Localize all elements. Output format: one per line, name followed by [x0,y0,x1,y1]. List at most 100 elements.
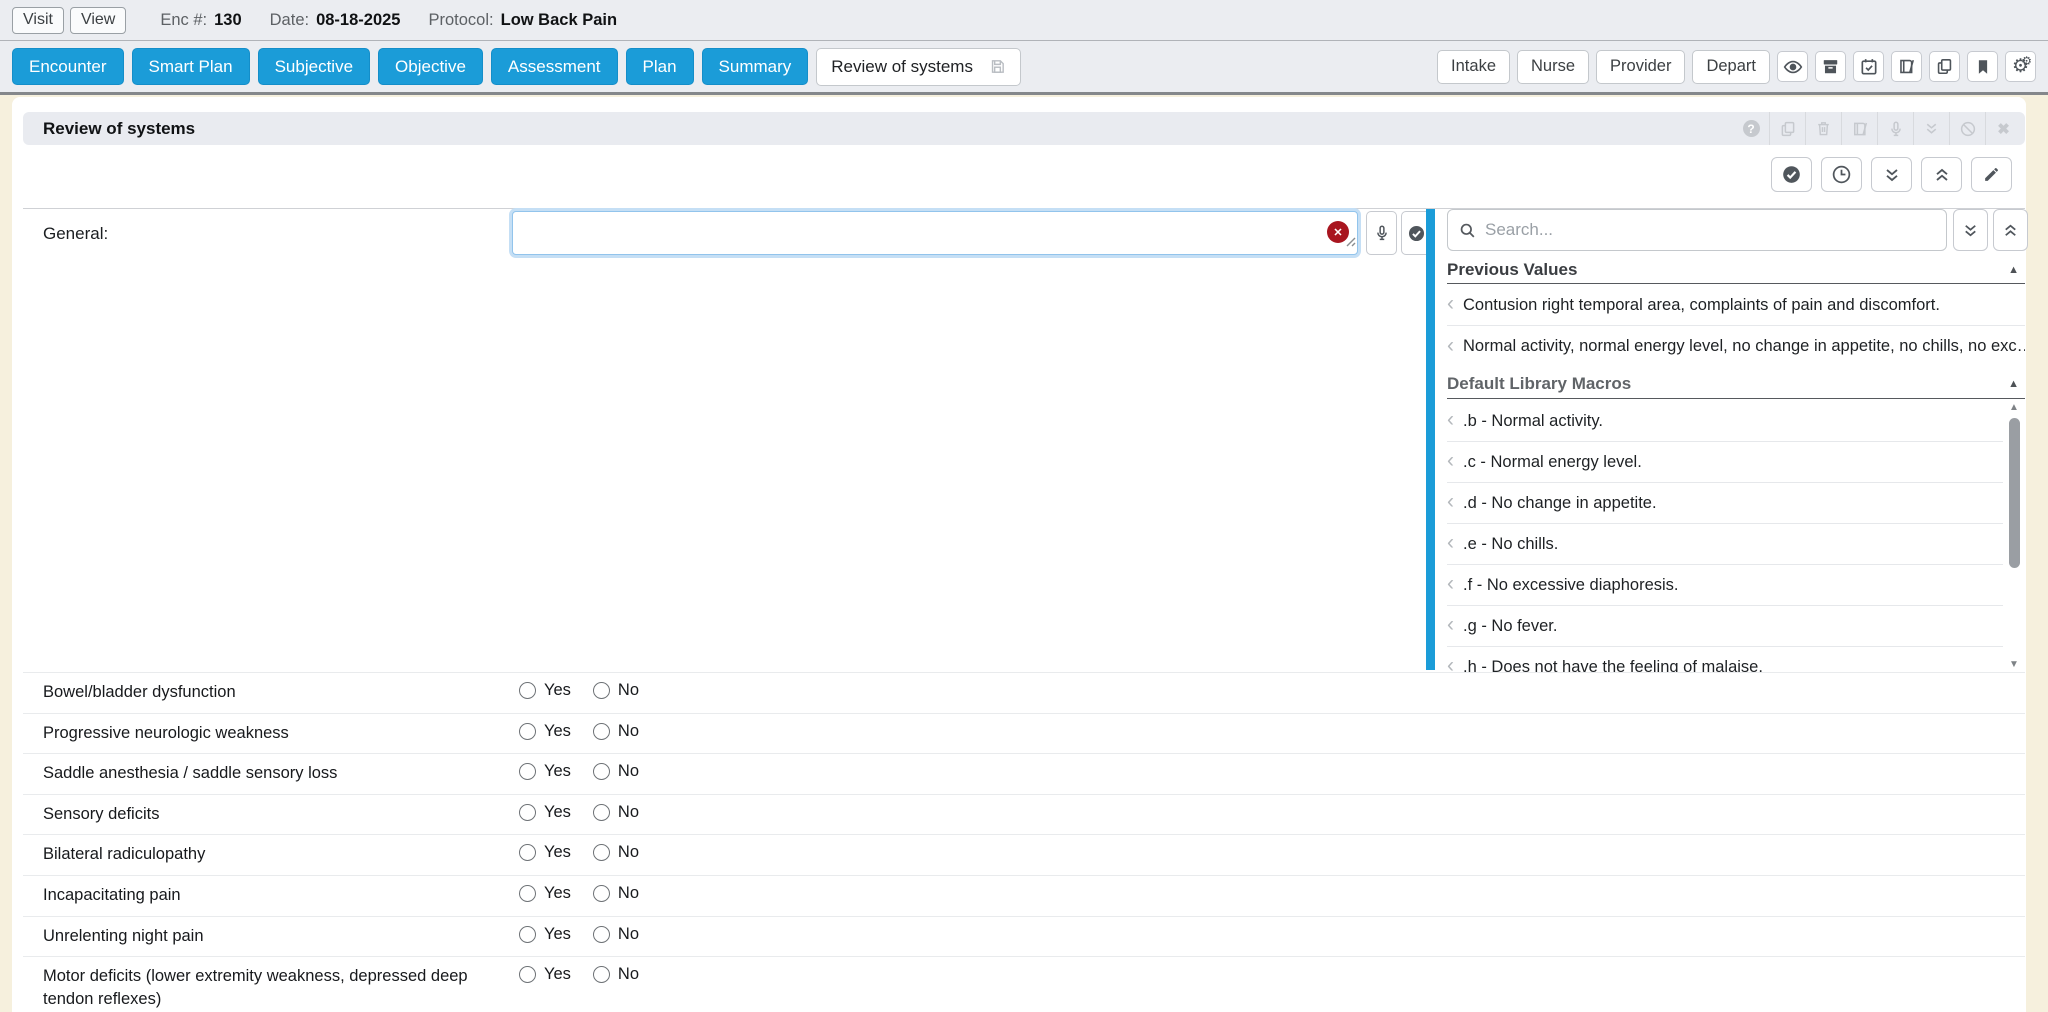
copy-button[interactable] [1929,51,1960,82]
scroll-up-icon[interactable]: ▲ [2009,403,2019,413]
bookmark-button[interactable] [1967,51,1998,82]
tab-button[interactable]: Objective [378,48,483,85]
archive-button[interactable] [1815,51,1846,82]
no-radio[interactable] [593,723,610,740]
yes-radio[interactable] [519,926,536,943]
yes-option[interactable]: Yes [519,722,571,741]
yes-radio[interactable] [519,966,536,983]
no-radio[interactable] [593,844,610,861]
field-dictate-button[interactable] [1366,211,1397,255]
no-radio[interactable] [593,682,610,699]
scrollbar-thumb[interactable] [2009,418,2020,568]
no-option[interactable]: No [593,843,639,862]
insert-chevron-icon[interactable]: ‹ [1447,532,1454,556]
panel-collapse-all-button[interactable] [1993,209,2028,251]
collapse-all-button[interactable] [1921,157,1962,192]
view-button[interactable]: View [70,7,126,34]
no-option[interactable]: No [593,925,639,944]
yes-option[interactable]: Yes [519,762,571,781]
no-option[interactable]: No [593,722,639,741]
yes-option[interactable]: Yes [519,965,571,984]
insert-chevron-icon[interactable]: ‹ [1447,614,1454,638]
expand-all-button[interactable] [1871,157,1912,192]
disable-button[interactable] [1949,112,1985,145]
insert-chevron-icon[interactable]: ‹ [1447,491,1454,515]
macro-item[interactable]: ‹ .d - No change in appetite. [1447,483,2003,524]
yes-option[interactable]: Yes [519,681,571,700]
macro-item[interactable]: ‹ .b - Normal activity. [1447,401,2003,442]
previous-value-text: Normal activity, normal energy level, no… [1463,337,2025,356]
no-radio[interactable] [593,804,610,821]
stage-button[interactable]: Provider [1596,50,1685,84]
close-button[interactable]: ✖ [1985,112,2021,145]
previous-value-item[interactable]: ‹ Normal activity, normal energy level, … [1447,326,2025,367]
yes-radio[interactable] [519,723,536,740]
complete-button[interactable] [1771,157,1812,192]
previous-value-item[interactable]: ‹ Contusion right temporal area, complai… [1447,285,2025,326]
no-option[interactable]: No [593,803,639,822]
previous-values-header[interactable]: Previous Values ▲ [1447,257,2025,284]
calendar-check-button[interactable] [1853,51,1884,82]
macro-item[interactable]: ‹ .c - Normal energy level. [1447,442,2003,483]
collapse-triangle-icon[interactable]: ▲ [2008,378,2019,390]
eye-button[interactable] [1777,51,1808,82]
active-tab-review-of-systems[interactable]: Review of systems [816,48,1021,86]
macro-item[interactable]: ‹ .e - No chills. [1447,524,2003,565]
yes-radio[interactable] [519,763,536,780]
tab-button[interactable]: Subjective [258,48,370,85]
insert-chevron-icon[interactable]: ‹ [1447,573,1454,597]
no-radio[interactable] [593,885,610,902]
macro-item[interactable]: ‹ .f - No excessive diaphoresis. [1447,565,2003,606]
yes-radio[interactable] [519,844,536,861]
no-option[interactable]: No [593,681,639,700]
insert-chevron-icon[interactable]: ‹ [1447,655,1454,672]
resize-grip[interactable] [1345,234,1356,252]
insert-chevron-icon[interactable]: ‹ [1447,409,1454,433]
collapse-section-button[interactable] [1913,112,1949,145]
macros-header[interactable]: Default Library Macros ▲ [1447,369,2025,399]
yes-radio[interactable] [519,682,536,699]
settings-button[interactable]: ⚙ ⚙ [2005,51,2036,82]
no-option[interactable]: No [593,762,639,781]
no-radio[interactable] [593,926,610,943]
book-button[interactable] [1891,51,1922,82]
macro-item[interactable]: ‹ .h - Does not have the feeling of mala… [1447,647,2003,672]
yes-radio[interactable] [519,804,536,821]
no-option[interactable]: No [593,884,639,903]
library-button[interactable] [1841,112,1877,145]
insert-chevron-icon[interactable]: ‹ [1447,335,1454,359]
no-radio[interactable] [593,966,610,983]
visit-button[interactable]: Visit [12,7,64,34]
yes-option[interactable]: Yes [519,803,571,822]
tab-button[interactable]: Summary [702,48,809,85]
scroll-down-icon[interactable]: ▼ [2009,660,2019,670]
no-radio[interactable] [593,763,610,780]
edit-button[interactable] [1971,157,2012,192]
collapse-triangle-icon[interactable]: ▲ [2008,264,2019,276]
yes-option[interactable]: Yes [519,925,571,944]
macro-scrollbar[interactable]: ▲ ▼ [2007,403,2021,670]
general-input[interactable] [512,211,1358,255]
delete-button[interactable] [1805,112,1841,145]
no-option[interactable]: No [593,965,639,984]
insert-chevron-icon[interactable]: ‹ [1447,293,1454,317]
search-input[interactable] [1485,220,1946,240]
history-button[interactable] [1821,157,1862,192]
yes-option[interactable]: Yes [519,843,571,862]
yes-option[interactable]: Yes [519,884,571,903]
panel-expand-all-button[interactable] [1953,209,1988,251]
stage-button[interactable]: Intake [1437,50,1510,84]
yes-radio[interactable] [519,885,536,902]
help-button[interactable]: ? [1733,112,1769,145]
stage-button[interactable]: Depart [1692,50,1770,84]
no-label: No [618,722,639,741]
copy-note-button[interactable] [1769,112,1805,145]
tab-button[interactable]: Encounter [12,48,124,85]
dictate-button[interactable] [1877,112,1913,145]
insert-chevron-icon[interactable]: ‹ [1447,450,1454,474]
tab-button[interactable]: Assessment [491,48,618,85]
stage-button[interactable]: Nurse [1517,50,1589,84]
tab-button[interactable]: Plan [626,48,694,85]
macro-item[interactable]: ‹ .g - No fever. [1447,606,2003,647]
tab-button[interactable]: Smart Plan [132,48,250,85]
